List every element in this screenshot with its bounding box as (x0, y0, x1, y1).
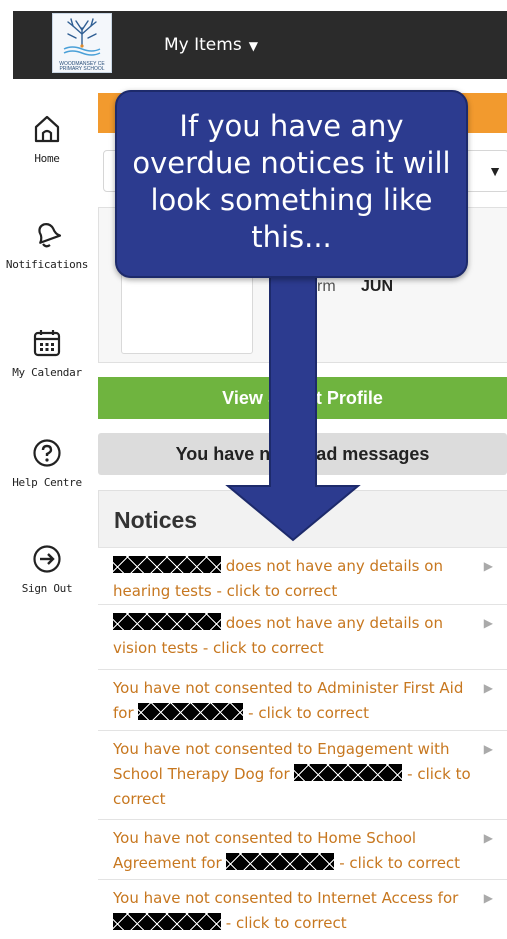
down-arrow-shape (225, 269, 361, 542)
callout-text: If you have any overdue notices it will … (132, 109, 451, 254)
annotation-callout: If you have any overdue notices it will … (115, 90, 468, 278)
